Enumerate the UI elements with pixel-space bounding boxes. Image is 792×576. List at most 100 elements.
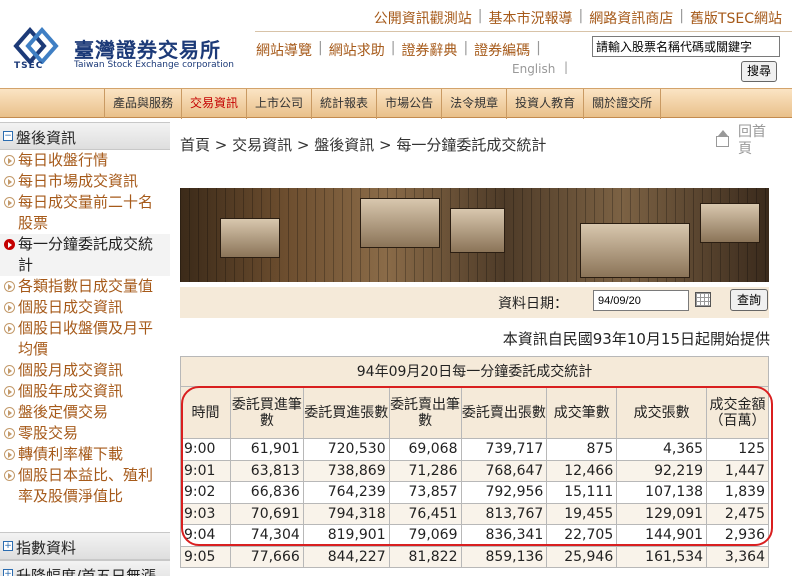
time-cell: 9:03 — [180, 502, 231, 525]
sidebar-item[interactable]: 每日收盤行情 — [0, 150, 170, 171]
sidebar-item[interactable]: 各類指數日成交量值 — [0, 276, 170, 297]
top-link-market-report[interactable]: 基本市況報導 — [489, 8, 573, 28]
top-link-store[interactable]: 網路資訊商店 — [589, 8, 673, 28]
arrow-circle-icon — [4, 323, 15, 334]
value-cell: 792,956 — [460, 481, 548, 504]
column-header[interactable]: 委託買進張數 — [302, 386, 390, 439]
sidebar-item[interactable]: 每日成交量前二十名股票 — [0, 192, 170, 234]
sidebar-item-label: 個股年成交資訊 — [18, 382, 124, 400]
column-header[interactable]: 成交金額（百萬） — [706, 386, 769, 439]
sidebar-item[interactable]: 轉債利率權下載 — [0, 444, 170, 465]
link-glossary[interactable]: 證券辭典 — [401, 40, 457, 60]
calendar-icon[interactable] — [695, 292, 711, 307]
query-button[interactable]: 查詢 — [730, 289, 768, 311]
arrow-circle-icon — [4, 386, 15, 397]
value-cell: 794,318 — [302, 502, 390, 525]
nav-item[interactable]: 統計報表 — [311, 89, 376, 119]
value-cell: 125 — [706, 438, 769, 461]
utility-links: 網站導覽 | 網站求助 | 證券辭典 | 證券編碼 | — [256, 40, 541, 60]
link-help[interactable]: 網站求助 — [329, 40, 385, 60]
arrow-circle-icon — [4, 449, 15, 460]
site-header: 臺灣證券交易所 TSEC Taiwan Stock Exchange corpo… — [0, 0, 792, 88]
link-security-codes[interactable]: 證券編碼 — [474, 40, 530, 60]
sidebar-item[interactable]: 零股交易 — [0, 423, 170, 444]
top-link-old-site[interactable]: 舊版TSEC網站 — [690, 8, 782, 28]
sidebar-item-label: 每一分鐘委託成交統計 — [18, 235, 154, 274]
link-english[interactable]: English — [512, 62, 555, 76]
sidebar-item[interactable]: 每一分鐘委託成交統計 — [0, 234, 170, 276]
value-cell: 1,839 — [706, 481, 769, 504]
value-cell: 859,136 — [460, 545, 548, 568]
sidebar-item-label: 每日收盤行情 — [18, 151, 109, 169]
sidebar-section-limit-stats[interactable]: + 升降幅度/首五日無漲 — [0, 560, 170, 576]
nav-item[interactable]: 交易資訊 — [181, 89, 246, 119]
sidebar-item[interactable]: 每日市場成交資訊 — [0, 171, 170, 192]
time-cell: 9:00 — [180, 438, 231, 461]
main-nav-items: 產品與服務 交易資訊 上市公司 統計報表 市場公告 法令規章 投資人教育 關於證交所 — [104, 89, 662, 119]
expand-icon[interactable]: + — [3, 569, 13, 576]
header-divider — [255, 31, 792, 32]
sidebar-item[interactable]: 個股日收盤價及月平均價 — [0, 318, 170, 360]
table-row: 9:02 66,836 764,239 73,857 792,956 15,111 107,… — [180, 481, 769, 504]
tsec-logo[interactable]: 臺灣證券交易所 TSEC Taiwan Stock Exchange corpo… — [10, 24, 250, 74]
arrow-circle-icon — [4, 155, 15, 166]
search-button[interactable]: 搜尋 — [741, 61, 777, 82]
nav-item[interactable]: 上市公司 — [246, 89, 311, 119]
column-header[interactable]: 委託賣出筆數 — [388, 386, 462, 439]
column-header[interactable]: 時間 — [180, 386, 231, 439]
nav-item[interactable]: 投資人教育 — [506, 89, 583, 119]
top-links: 公開資訊觀測站 | 基本市況報導 | 網路資訊商店 | 舊版TSEC網站 — [373, 8, 782, 28]
time-cell: 9:01 — [180, 459, 231, 482]
date-input[interactable] — [593, 290, 689, 311]
home-icon — [716, 130, 729, 147]
collapse-icon[interactable]: − — [3, 131, 13, 141]
time-cell: 9:05 — [180, 545, 231, 568]
value-cell: 813,767 — [460, 502, 548, 525]
link-site-map[interactable]: 網站導覽 — [256, 40, 312, 60]
value-cell: 92,219 — [616, 459, 708, 482]
column-header[interactable]: 成交張數 — [616, 386, 708, 439]
expand-icon[interactable]: + — [3, 541, 13, 551]
top-link-mops[interactable]: 公開資訊觀測站 — [374, 8, 472, 28]
nav-item[interactable]: 關於證交所 — [583, 89, 662, 119]
sidebar-item-label: 盤後定價交易 — [18, 403, 109, 421]
sidebar-item[interactable]: 個股日本益比、殖利率及股價淨值比 — [0, 465, 170, 507]
nav-item[interactable]: 市場公告 — [376, 89, 441, 119]
value-cell: 79,069 — [388, 524, 462, 547]
nav-item[interactable]: 產品與服務 — [104, 89, 181, 119]
table-row: 9:03 70,691 794,318 76,451 813,767 19,455 129,… — [180, 502, 769, 525]
sidebar-section-index-data[interactable]: + 指數資料 — [0, 532, 170, 560]
sidebar-item-label: 個股月成交資訊 — [18, 361, 124, 379]
column-header[interactable]: 成交筆數 — [546, 386, 618, 439]
sidebar-item[interactable]: 個股月成交資訊 — [0, 360, 170, 381]
arrow-circle-icon — [4, 470, 15, 481]
table-row: 9:01 63,813 738,869 71,286 768,647 12,466 92,2… — [180, 459, 769, 482]
sidebar-section-after-hours[interactable]: − 盤後資訊 — [0, 122, 170, 150]
sidebar-item-label: 個股日本益比、殖利率及股價淨值比 — [18, 466, 154, 505]
value-cell: 66,836 — [229, 481, 304, 504]
column-header[interactable]: 委託買進筆數 — [229, 386, 304, 439]
value-cell: 63,813 — [229, 459, 304, 482]
arrow-circle-icon — [4, 197, 15, 208]
sidebar-item[interactable]: 個股年成交資訊 — [0, 381, 170, 402]
arrow-circle-icon — [4, 302, 15, 313]
arrow-circle-icon — [4, 365, 15, 376]
nav-item[interactable]: 法令規章 — [441, 89, 506, 119]
column-header[interactable]: 委託賣出張數 — [460, 386, 548, 439]
stats-table-wrapper: 94年09月20日每一分鐘委託成交統計 時間 委託買進筆數 委託買進張數 委託賣出筆數… — [180, 356, 769, 568]
value-cell: 1,447 — [706, 459, 769, 482]
value-cell: 819,901 — [302, 524, 390, 547]
sidebar-item[interactable]: 個股日成交資訊 — [0, 297, 170, 318]
value-cell: 2,475 — [706, 502, 769, 525]
date-filter-bar: 資料日期： 查詢 — [180, 287, 769, 318]
search-input[interactable] — [592, 36, 780, 57]
sidebar: − 盤後資訊 每日收盤行情每日市場成交資訊 每日成交量前二十名股票 每一分鐘委託成交… — [0, 118, 170, 576]
value-cell: 844,227 — [302, 545, 390, 568]
sidebar-section-label: 盤後資訊 — [16, 129, 77, 147]
arrow-circle-icon — [4, 407, 15, 418]
value-cell: 3,364 — [706, 545, 769, 568]
arrow-circle-icon — [4, 239, 15, 250]
sidebar-item[interactable]: 盤後定價交易 — [0, 402, 170, 423]
value-cell: 15,111 — [546, 481, 618, 504]
back-home-label: 回首頁 — [738, 124, 766, 157]
